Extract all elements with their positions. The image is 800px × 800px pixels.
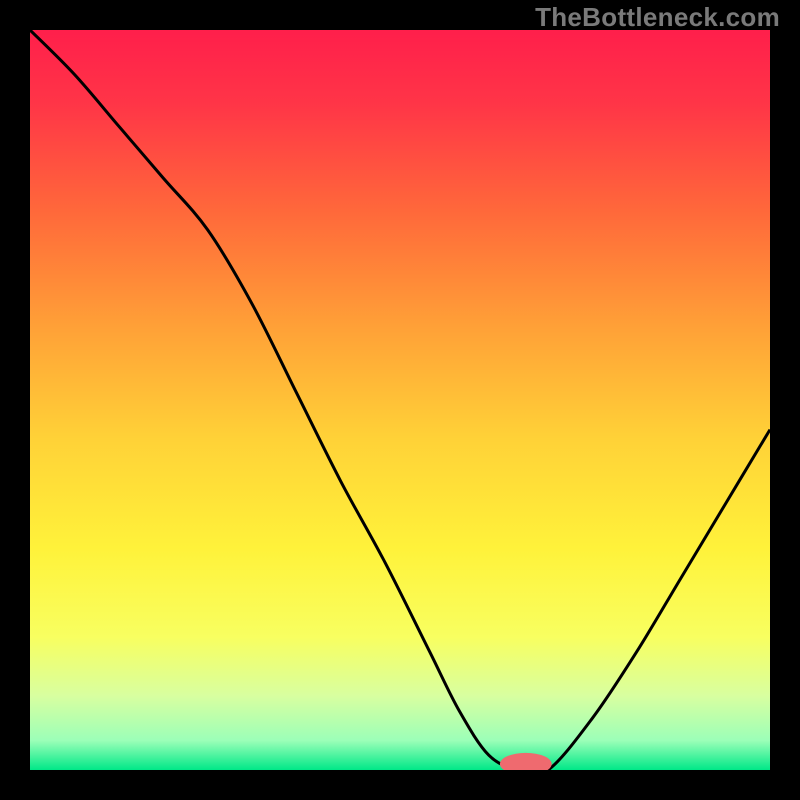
watermark-text: TheBottleneck.com	[535, 2, 780, 33]
chart-frame: TheBottleneck.com	[0, 0, 800, 800]
plot-area	[30, 30, 770, 770]
gradient-background	[30, 30, 770, 770]
bottleneck-chart	[30, 30, 770, 770]
